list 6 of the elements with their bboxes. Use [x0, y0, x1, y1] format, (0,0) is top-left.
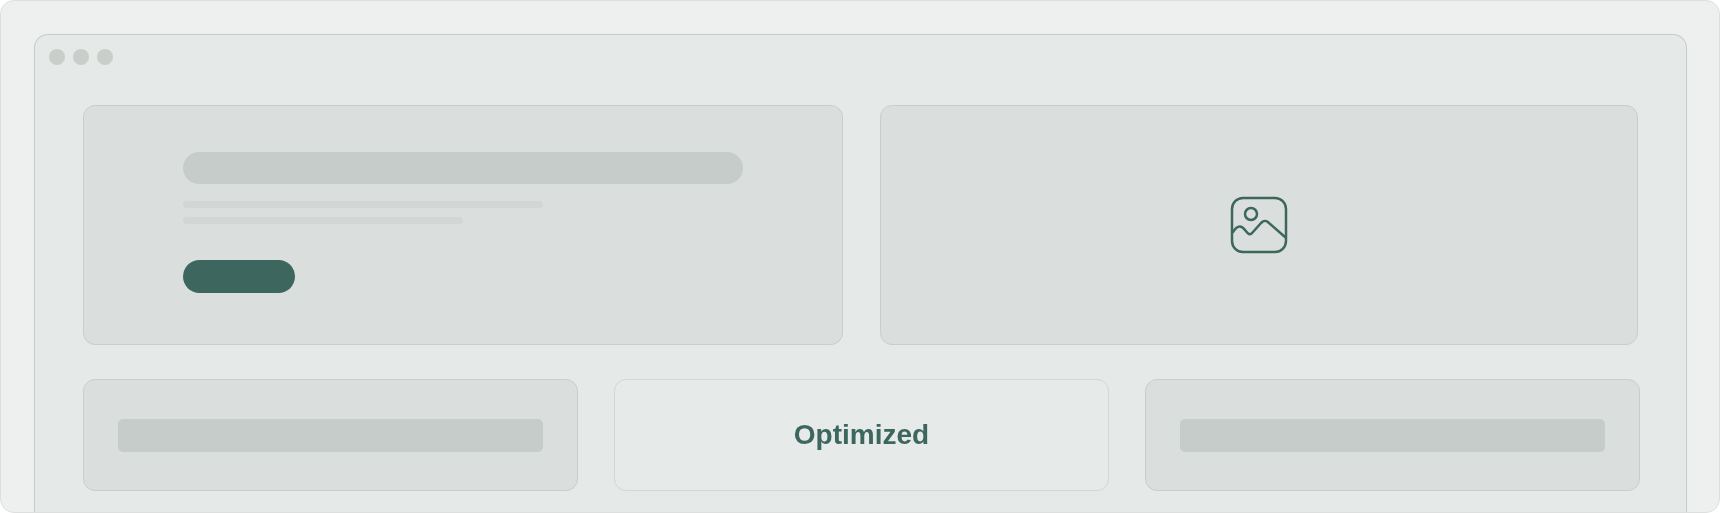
status-label: Optimized	[793, 419, 930, 451]
window-dot	[73, 49, 89, 65]
window-dot	[49, 49, 65, 65]
image-icon	[1230, 196, 1288, 254]
window-dot	[97, 49, 113, 65]
cta-button[interactable]	[183, 260, 295, 293]
